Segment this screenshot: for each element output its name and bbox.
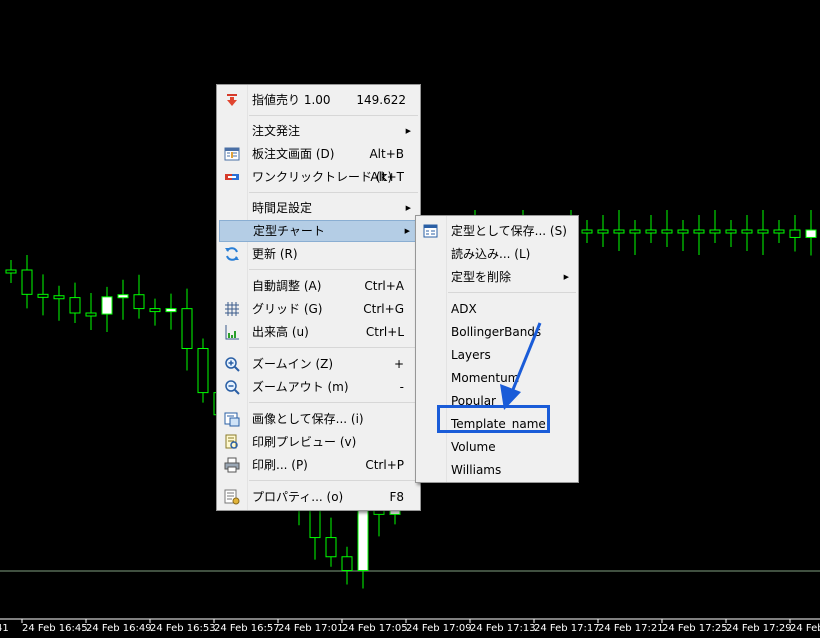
callout-arrow-icon xyxy=(500,322,542,410)
